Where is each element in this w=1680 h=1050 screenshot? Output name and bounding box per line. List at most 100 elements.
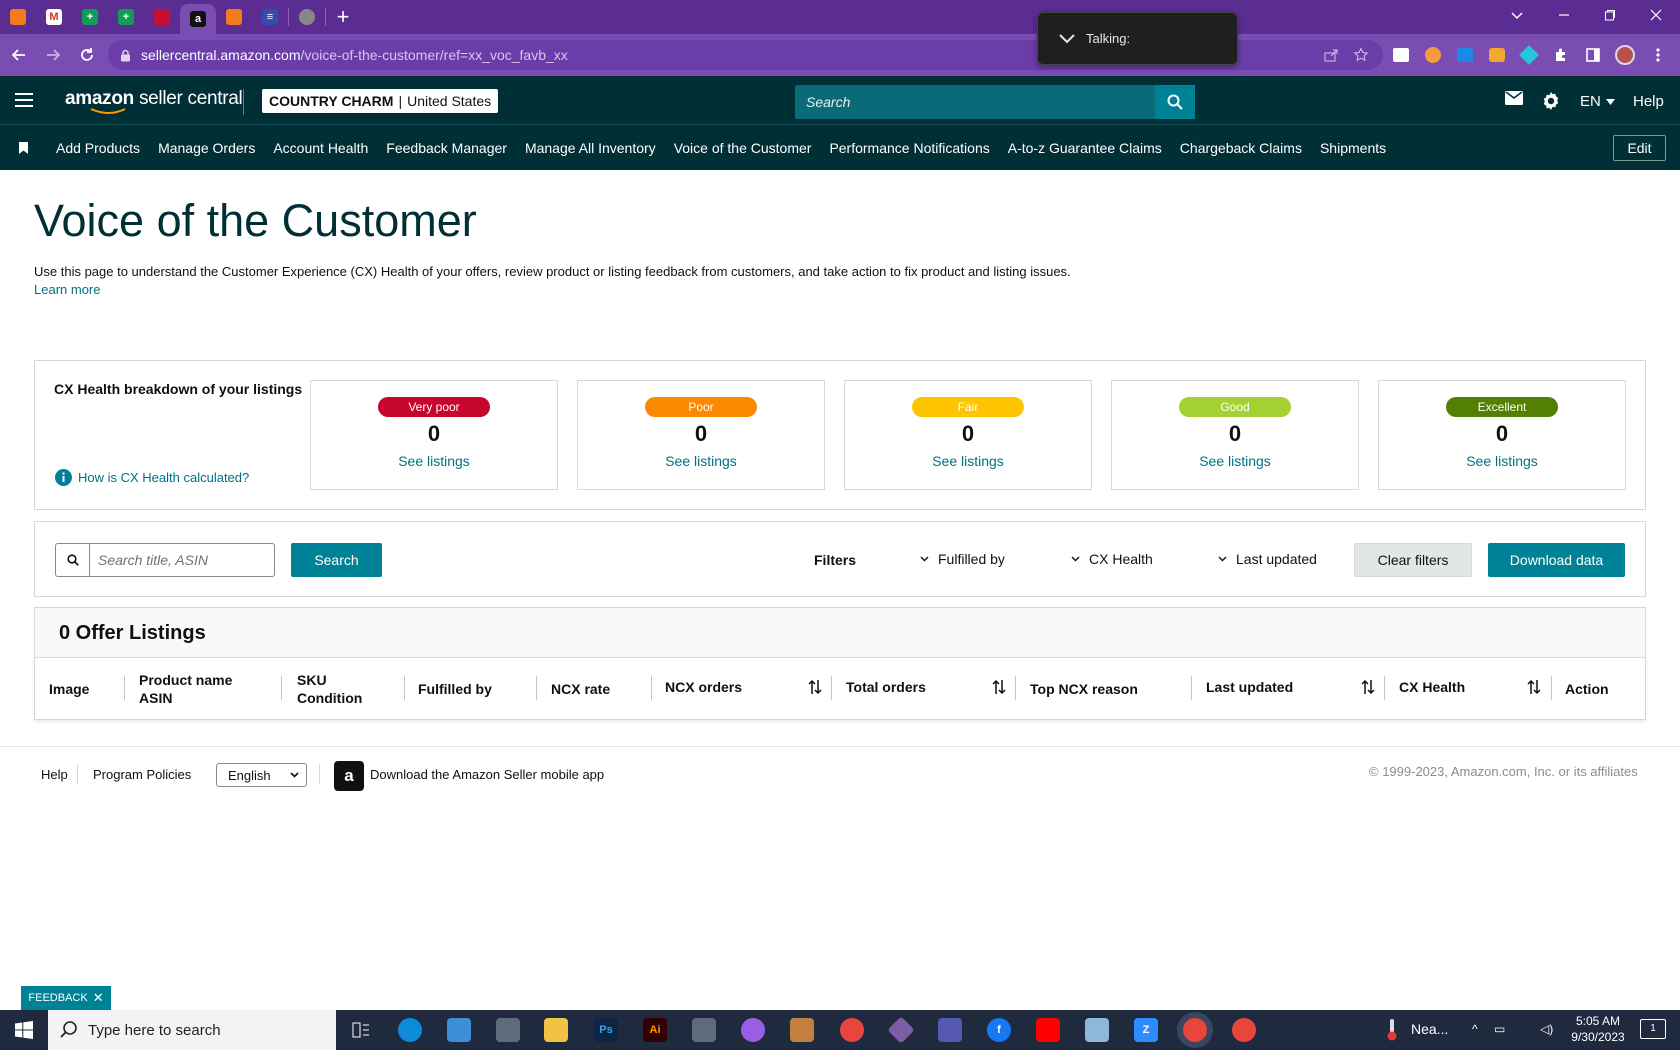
browser-tab[interactable] bbox=[0, 0, 36, 34]
nav-item-manage-all-inventory[interactable]: Manage All Inventory bbox=[525, 140, 656, 156]
teams-icon[interactable] bbox=[938, 1018, 962, 1042]
see-listings-link[interactable]: See listings bbox=[1466, 453, 1538, 469]
listing-search-input[interactable]: Search title, ASIN bbox=[89, 543, 275, 577]
extension-icon[interactable] bbox=[1454, 44, 1476, 66]
browser-tab[interactable]: + bbox=[72, 0, 108, 34]
task-view-icon[interactable] bbox=[349, 1018, 373, 1042]
facebook-icon[interactable]: f bbox=[987, 1018, 1011, 1042]
see-listings-link[interactable]: See listings bbox=[665, 453, 737, 469]
messenger-icon[interactable] bbox=[741, 1018, 765, 1042]
search-button[interactable]: Search bbox=[291, 543, 382, 577]
language-selector[interactable]: EN bbox=[1580, 93, 1615, 110]
see-listings-link[interactable]: See listings bbox=[932, 453, 1004, 469]
photoshop-icon[interactable]: Ps bbox=[594, 1018, 618, 1042]
header-search-button[interactable] bbox=[1155, 85, 1195, 119]
notification-center-icon[interactable]: 1 bbox=[1640, 1019, 1666, 1039]
learn-more-link[interactable]: Learn more bbox=[34, 282, 100, 297]
mail-icon[interactable] bbox=[1505, 91, 1523, 105]
browser-tab[interactable] bbox=[144, 0, 180, 34]
sort-icon[interactable] bbox=[1527, 678, 1541, 696]
edge-icon[interactable] bbox=[398, 1018, 422, 1042]
nav-item-feedback-manager[interactable]: Feedback Manager bbox=[386, 140, 507, 156]
share-icon[interactable] bbox=[1320, 44, 1342, 66]
bookmark-icon[interactable] bbox=[19, 141, 28, 154]
zoom-icon[interactable]: Z bbox=[1134, 1018, 1158, 1042]
store-icon[interactable] bbox=[447, 1018, 471, 1042]
footer-help-link[interactable]: Help bbox=[41, 767, 68, 782]
weather-label[interactable]: Nea... bbox=[1411, 1021, 1448, 1037]
illustrator-icon[interactable]: Ai bbox=[643, 1018, 667, 1042]
header-search-input[interactable]: Search bbox=[795, 85, 1195, 119]
browser-tab[interactable]: ≡ bbox=[252, 0, 288, 34]
hamburger-menu-icon[interactable] bbox=[15, 93, 35, 107]
restore-icon[interactable] bbox=[1588, 0, 1632, 30]
forward-icon[interactable] bbox=[38, 40, 68, 70]
account-switcher[interactable]: COUNTRY CHARM | United States bbox=[262, 89, 499, 113]
weather-icon[interactable] bbox=[1380, 1018, 1404, 1042]
footer-language-select[interactable]: English bbox=[216, 763, 307, 787]
column-header-total-orders[interactable]: Total orders bbox=[846, 678, 926, 696]
browser-tab[interactable]: + bbox=[108, 0, 144, 34]
edit-nav-button[interactable]: Edit bbox=[1613, 135, 1666, 161]
tab-search-icon[interactable] bbox=[1495, 0, 1539, 30]
profile-avatar[interactable] bbox=[1614, 44, 1636, 66]
extension-icon[interactable] bbox=[1422, 44, 1444, 66]
nav-item-shipments[interactable]: Shipments bbox=[1320, 140, 1386, 156]
close-window-icon[interactable] bbox=[1634, 0, 1678, 30]
minimize-icon[interactable] bbox=[1542, 0, 1586, 30]
feedback-tab[interactable]: FEEDBACK ✕ bbox=[21, 986, 111, 1010]
app-icon[interactable] bbox=[790, 1018, 814, 1042]
download-app-link[interactable]: Download the Amazon Seller mobile app bbox=[370, 767, 604, 782]
windows-start-icon[interactable] bbox=[15, 1021, 33, 1039]
sort-icon[interactable] bbox=[992, 678, 1006, 696]
help-link[interactable]: Help bbox=[1633, 93, 1664, 110]
chrome-active-icon[interactable] bbox=[1183, 1018, 1207, 1042]
chrome-icon[interactable] bbox=[840, 1018, 864, 1042]
tray-chevron-icon[interactable]: ^ bbox=[1472, 1021, 1478, 1037]
column-header-last-updated[interactable]: Last updated bbox=[1206, 678, 1293, 696]
chevron-down-icon[interactable] bbox=[1058, 33, 1076, 45]
nav-item-performance-notifications[interactable]: Performance Notifications bbox=[829, 140, 989, 156]
network-icon[interactable]: ▭ bbox=[1494, 1021, 1505, 1037]
see-listings-link[interactable]: See listings bbox=[1199, 453, 1271, 469]
extensions-puzzle-icon[interactable] bbox=[1550, 44, 1572, 66]
file-explorer-icon[interactable] bbox=[544, 1018, 568, 1042]
app-icon[interactable] bbox=[1085, 1018, 1109, 1042]
cx-health-dropdown[interactable]: CX Health bbox=[1071, 551, 1153, 567]
taskbar-clock[interactable]: 5:05 AM 9/30/2023 bbox=[1566, 1013, 1630, 1045]
gear-icon[interactable] bbox=[1541, 91, 1561, 111]
nav-item-account-health[interactable]: Account Health bbox=[273, 140, 368, 156]
see-listings-link[interactable]: See listings bbox=[398, 453, 470, 469]
nav-item-manage-orders[interactable]: Manage Orders bbox=[158, 140, 255, 156]
close-icon[interactable]: ✕ bbox=[93, 990, 104, 1006]
extension-icon[interactable] bbox=[1486, 44, 1508, 66]
extension-icon[interactable] bbox=[1390, 44, 1412, 66]
taskbar-search-input[interactable]: Type here to search bbox=[48, 1010, 336, 1050]
column-header-cx-health[interactable]: CX Health bbox=[1399, 678, 1465, 696]
browser-tab[interactable] bbox=[216, 0, 252, 34]
amazon-seller-app-icon[interactable]: a bbox=[334, 761, 364, 791]
nav-item-add-products[interactable]: Add Products bbox=[56, 140, 140, 156]
youtube-icon[interactable] bbox=[1036, 1018, 1060, 1042]
browser-menu-icon[interactable] bbox=[1647, 44, 1669, 66]
talking-notification[interactable]: Talking: bbox=[1037, 12, 1238, 65]
camera-icon[interactable] bbox=[496, 1018, 520, 1042]
cx-health-help-link[interactable]: How is CX Health calculated? bbox=[55, 469, 249, 486]
nav-item-chargeback-claims[interactable]: Chargeback Claims bbox=[1180, 140, 1302, 156]
chrome-icon[interactable] bbox=[1232, 1018, 1256, 1042]
last-updated-dropdown[interactable]: Last updated bbox=[1218, 551, 1317, 567]
volume-icon[interactable]: ◁) bbox=[1540, 1021, 1553, 1037]
new-tab-icon[interactable]: + bbox=[326, 0, 360, 34]
side-panel-icon[interactable] bbox=[1582, 44, 1604, 66]
calculator-icon[interactable] bbox=[692, 1018, 716, 1042]
download-data-button[interactable]: Download data bbox=[1488, 543, 1625, 577]
program-policies-link[interactable]: Program Policies bbox=[93, 767, 191, 782]
seller-central-logo[interactable]: amazon seller central bbox=[65, 88, 243, 114]
sort-icon[interactable] bbox=[1361, 678, 1375, 696]
bookmark-star-icon[interactable] bbox=[1350, 44, 1372, 66]
browser-tab[interactable]: M bbox=[36, 0, 72, 34]
browser-tab[interactable] bbox=[289, 0, 325, 34]
sort-icon[interactable] bbox=[808, 678, 822, 696]
extension-icon[interactable] bbox=[1518, 44, 1540, 66]
nav-item-voice-of-the-customer[interactable]: Voice of the Customer bbox=[674, 140, 812, 156]
